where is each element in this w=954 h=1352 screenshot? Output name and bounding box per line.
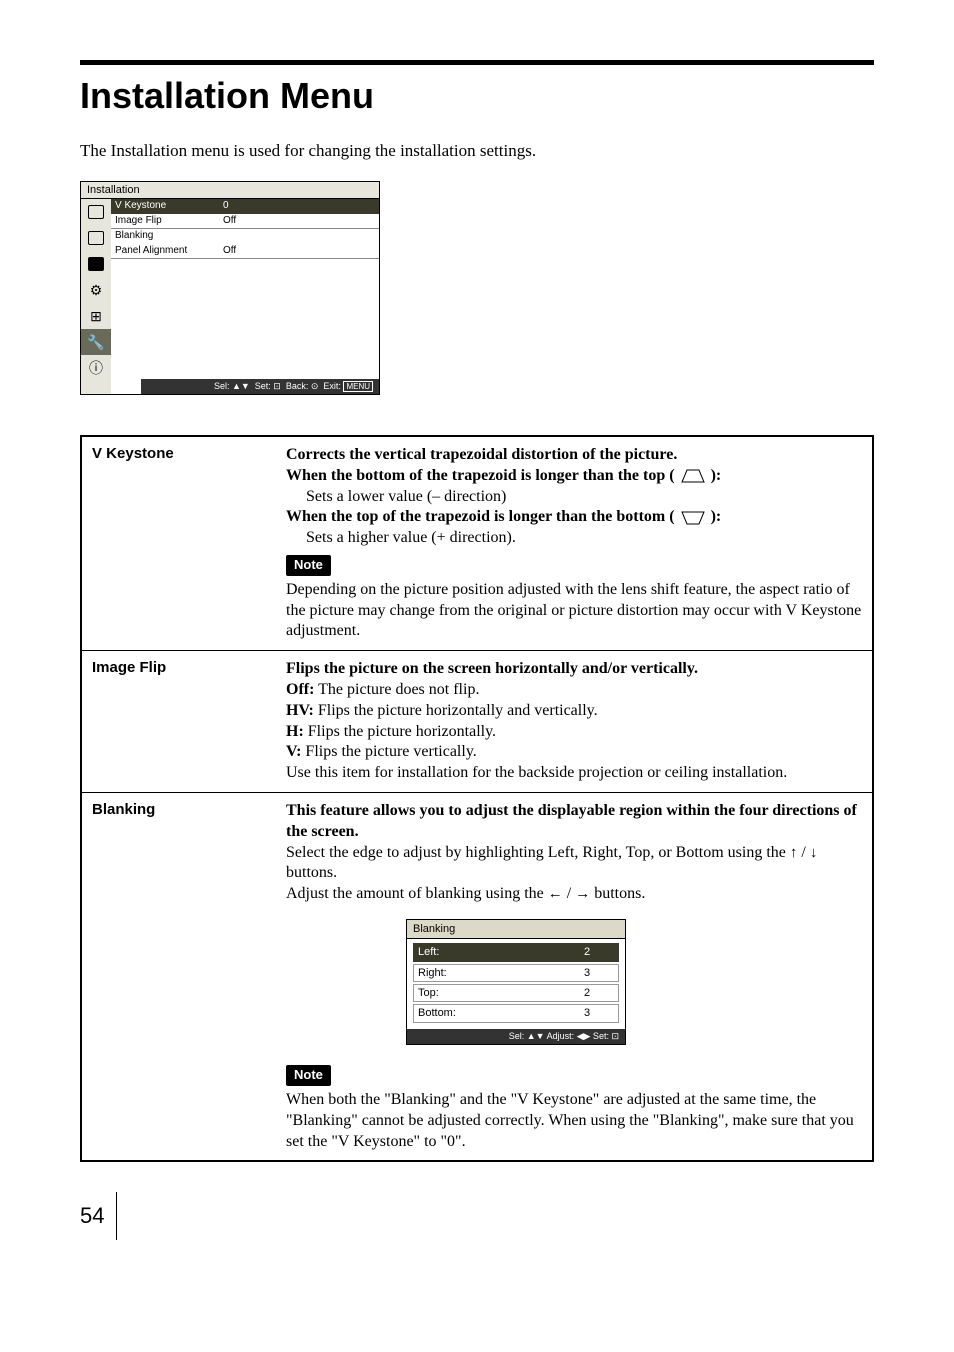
- label-imageflip: Image Flip: [81, 651, 276, 793]
- inst-menu-title: Installation: [81, 182, 379, 199]
- blanking-row-top: Top: 2: [413, 984, 619, 1002]
- blanking-row-bottom: Bottom: 3: [413, 1004, 619, 1022]
- down-arrow-icon: ↓: [810, 845, 818, 861]
- inst-row-blanking: Blanking: [111, 229, 379, 244]
- right-arrow-icon: →: [575, 886, 590, 902]
- top-rule: [80, 60, 874, 65]
- desc-imageflip: Flips the picture on the screen horizont…: [276, 651, 873, 793]
- row-blanking: Blanking This feature allows you to adju…: [81, 793, 873, 1162]
- blanking-row-right: Right: 3: [413, 964, 619, 982]
- settings-table: V Keystone Corrects the vertical trapezo…: [80, 435, 874, 1162]
- menu-icon: [81, 251, 111, 277]
- intro-text: The Installation menu is used for changi…: [80, 141, 874, 161]
- blanking-footer: Sel: ▲▼ Adjust: ◀▶ Set: ⊡: [407, 1029, 625, 1045]
- page-number: 54: [80, 1192, 874, 1240]
- up-arrow-icon: ↑: [790, 845, 798, 861]
- row-imageflip: Image Flip Flips the picture on the scre…: [81, 651, 873, 793]
- page-divider: [116, 1192, 117, 1240]
- page-heading: Installation Menu: [80, 75, 874, 117]
- menu-icon: ⚙: [81, 277, 111, 303]
- inst-row-vkeystone: V Keystone 0: [111, 199, 379, 214]
- inst-row-imageflip: Image Flip Off: [111, 214, 379, 229]
- menu-icon: ⊞: [81, 303, 111, 329]
- menu-icon: [81, 225, 111, 251]
- desc-vkeystone: Corrects the vertical trapezoidal distor…: [276, 436, 873, 651]
- inst-content-column: V Keystone 0 Image Flip Off Blanking Pan…: [111, 199, 379, 394]
- blanking-row-left: Left: 2: [413, 943, 619, 961]
- menu-icon: [81, 199, 111, 225]
- installation-menu-screenshot: Installation ⚙ ⊞ 🔧 ⓘ V Keystone 0 Image …: [80, 181, 380, 395]
- inst-icon-column: ⚙ ⊞ 🔧 ⓘ: [81, 199, 111, 394]
- blanking-subbox: Blanking Left: 2 Right: 3 Top: 2: [406, 919, 626, 1045]
- trapezoid-wide-bottom-icon: [681, 468, 705, 484]
- left-arrow-icon: ←: [548, 886, 563, 902]
- inst-row-panelalign: Panel Alignment Off: [111, 244, 379, 259]
- blanking-box-title: Blanking: [407, 920, 625, 939]
- menu-icon: ⓘ: [81, 355, 111, 381]
- inst-footer: Sel: ▲▼ Set: ⊡ Back: ⊙ Exit: MENU: [141, 379, 379, 394]
- desc-blanking: This feature allows you to adjust the di…: [276, 793, 873, 1162]
- trapezoid-wide-top-icon: [681, 510, 705, 526]
- label-vkeystone: V Keystone: [81, 436, 276, 651]
- label-blanking: Blanking: [81, 793, 276, 1162]
- menu-icon-selected: 🔧: [81, 329, 111, 355]
- note-badge: Note: [286, 555, 331, 576]
- note-badge: Note: [286, 1065, 331, 1086]
- row-vkeystone: V Keystone Corrects the vertical trapezo…: [81, 436, 873, 651]
